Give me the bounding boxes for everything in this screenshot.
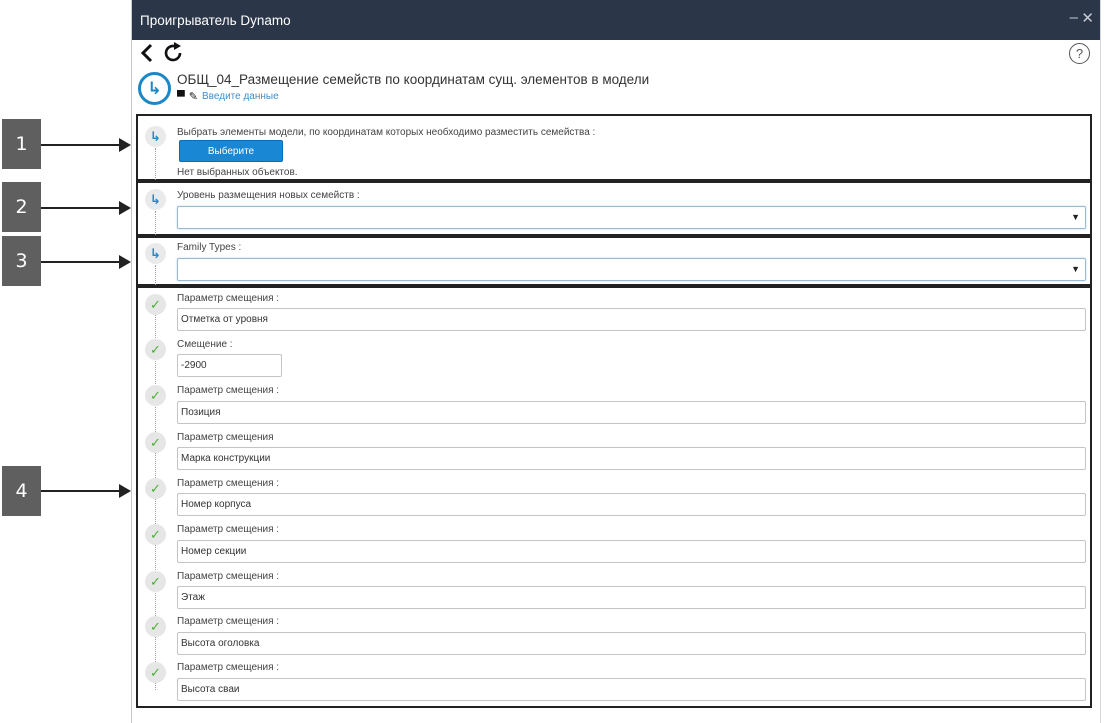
- param-field[interactable]: Позиция: [177, 401, 1086, 424]
- section-parameters: ✓ Параметр смещения : Отметка от уровня …: [136, 286, 1092, 708]
- input-node-icon: ↳: [145, 243, 166, 264]
- offset-field[interactable]: -2900: [177, 354, 282, 377]
- callout-1: 1: [2, 119, 41, 169]
- edit-pencil-icon[interactable]: ✎: [189, 90, 198, 103]
- script-header: ↳ ОБЩ_04_Размещение семейств по координа…: [132, 68, 1100, 114]
- check-icon: ✓: [145, 662, 166, 683]
- connector-line: [155, 265, 156, 285]
- param-label: Параметр смещения :: [177, 293, 280, 304]
- check-icon: ✓: [145, 432, 166, 453]
- title-bar: Проигрыватель Dynamo – ✕: [132, 0, 1100, 40]
- input-node-icon: ↳: [145, 189, 166, 210]
- window-title: Проигрыватель Dynamo: [140, 12, 291, 28]
- chevron-down-icon: ▼: [1071, 264, 1080, 274]
- connector-line: [155, 148, 156, 180]
- select-elements-label: Выбрать элементы модели, по координатам …: [177, 127, 596, 138]
- check-icon: ✓: [145, 385, 166, 406]
- level-label: Уровень размещения новых семейств :: [177, 190, 360, 201]
- enter-data-link[interactable]: Введите данные: [202, 91, 279, 102]
- param-label: Параметр смещения :: [177, 571, 280, 582]
- param-label: Параметр смещения :: [177, 478, 280, 489]
- toolbar: ?: [132, 40, 1100, 68]
- check-icon: ✓: [145, 571, 166, 592]
- check-icon: ✓: [145, 294, 166, 315]
- callout-arrow-2: [41, 201, 131, 215]
- param-label: Параметр смещения :: [177, 385, 280, 396]
- check-icon: ✓: [145, 524, 166, 545]
- param-field[interactable]: Высота оголовка: [177, 632, 1086, 655]
- chevron-down-icon: ▼: [1071, 212, 1080, 222]
- callout-arrow-3: [41, 255, 131, 269]
- param-field[interactable]: Этаж: [177, 586, 1086, 609]
- callout-4: 4: [2, 466, 41, 516]
- param-field[interactable]: Номер секции: [177, 540, 1086, 563]
- save-icon[interactable]: ▀: [177, 91, 185, 103]
- param-label: Параметр смещения: [177, 432, 274, 443]
- screenshot-canvas: 1 2 3 4 Проигрыватель Dynamo – ✕ ? ↳ ОБЩ…: [0, 0, 1105, 723]
- select-button[interactable]: Выберите: [179, 140, 283, 162]
- family-types-label: Family Types :: [177, 242, 242, 253]
- callout-arrow-1: [41, 138, 131, 152]
- param-label: Параметр смещения :: [177, 616, 280, 627]
- callout-2: 2: [2, 182, 41, 232]
- param-label: Параметр смещения :: [177, 524, 280, 535]
- check-icon: ✓: [145, 339, 166, 360]
- dynamo-player-window: Проигрыватель Dynamo – ✕ ? ↳ ОБЩ_04_Разм…: [131, 0, 1101, 723]
- script-title: ОБЩ_04_Размещение семейств по координата…: [177, 72, 650, 87]
- param-field[interactable]: Марка конструкции: [177, 447, 1086, 470]
- help-button[interactable]: ?: [1069, 43, 1090, 64]
- param-field[interactable]: Отметка от уровня: [177, 308, 1086, 331]
- level-dropdown[interactable]: ▼: [177, 206, 1086, 229]
- section-select-elements: ↳ Выбрать элементы модели, по координата…: [136, 114, 1092, 181]
- minimize-button[interactable]: –: [1070, 9, 1078, 26]
- param-field[interactable]: Высота сваи: [177, 678, 1086, 701]
- section-family-types: ↳ Family Types : ▼: [136, 236, 1092, 286]
- connector-line: [155, 211, 156, 235]
- check-icon: ✓: [145, 478, 166, 499]
- offset-label: Смещение :: [177, 339, 233, 350]
- input-node-icon: ↳: [145, 126, 166, 147]
- callout-3: 3: [2, 236, 41, 286]
- selection-status: Нет выбранных объектов.: [177, 167, 298, 178]
- param-field[interactable]: Номер корпуса: [177, 493, 1086, 516]
- script-subline: ▀ ✎ Введите данные: [177, 90, 279, 104]
- family-types-dropdown[interactable]: ▼: [177, 258, 1086, 281]
- section-level: ↳ Уровень размещения новых семейств : ▼: [136, 181, 1092, 236]
- back-arrow-icon[interactable]: [139, 42, 155, 69]
- check-icon: ✓: [145, 616, 166, 637]
- param-label: Параметр смещения :: [177, 662, 280, 673]
- close-button[interactable]: ✕: [1081, 9, 1094, 27]
- dynamo-player-icon: ↳: [138, 72, 171, 105]
- refresh-icon[interactable]: [163, 42, 185, 69]
- callout-arrow-4: [41, 484, 131, 498]
